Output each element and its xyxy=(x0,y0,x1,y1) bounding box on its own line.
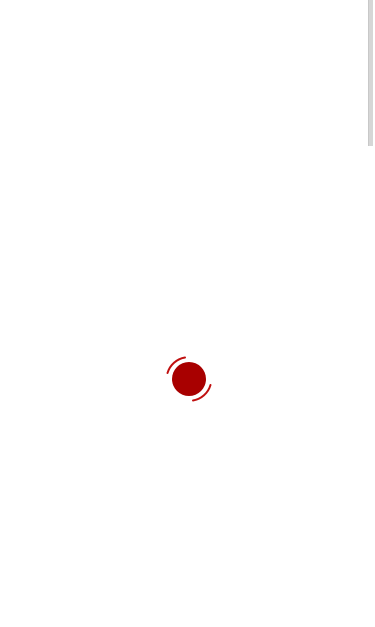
spinner-icon xyxy=(166,356,212,402)
loading-spinner xyxy=(163,353,215,405)
spinner-dot xyxy=(172,362,206,396)
vertical-scrollbar[interactable] xyxy=(367,0,375,627)
scrollbar-thumb[interactable] xyxy=(368,0,373,146)
loading-page xyxy=(0,0,375,627)
